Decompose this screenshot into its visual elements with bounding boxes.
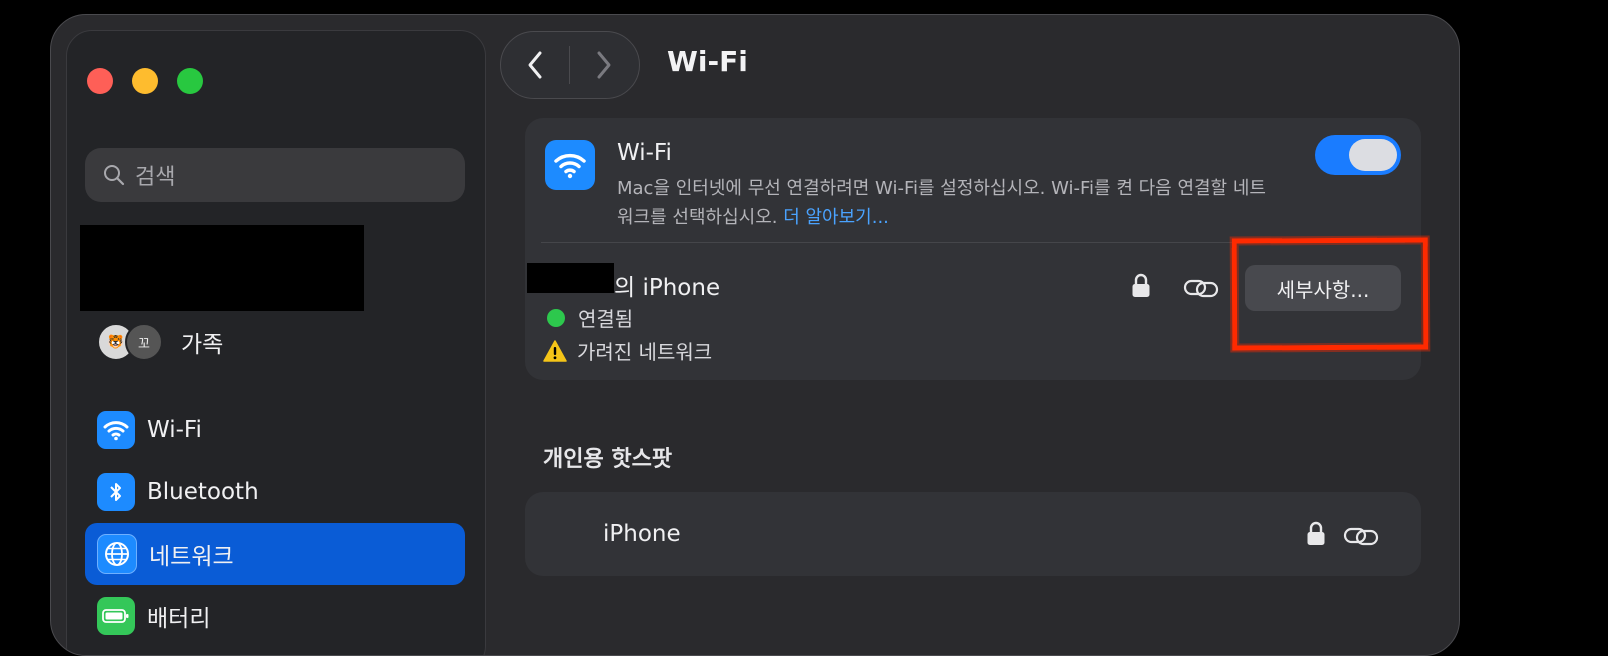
chevron-right-icon: [597, 51, 611, 79]
page-title: Wi-Fi: [667, 45, 748, 78]
connected-status-dot: [547, 308, 565, 327]
search-icon: [104, 165, 125, 186]
warning-icon: [543, 339, 567, 362]
wifi-card: Wi-Fi Mac을 인터넷에 무선 연결하려면 Wi-Fi를 설정하십시오. …: [525, 118, 1429, 380]
sidebar-item-label: 배터리: [147, 606, 211, 632]
hotspot-network-name[interactable]: iPhone: [603, 521, 681, 547]
zoom-window-button[interactable]: [177, 68, 203, 94]
sidebar-item-battery[interactable]: 배터리: [85, 585, 465, 647]
learn-more-link[interactable]: 더 알아보기...: [783, 207, 889, 228]
chevron-left-icon: [528, 51, 542, 79]
warning-text: 가려진 네트워크: [577, 340, 713, 364]
wifi-icon: [545, 140, 595, 190]
back-button[interactable]: [501, 32, 569, 98]
annotation-highlight: [1231, 237, 1429, 351]
bluetooth-icon: [97, 473, 135, 511]
hidden-network-warning: 가려진 네트워크: [543, 336, 712, 365]
toggle-knob: [1349, 139, 1397, 171]
forward-button[interactable]: [570, 32, 638, 98]
wifi-description-text: Mac을 인터넷에 무선 연결하려면 Wi-Fi를 설정하십시오. Wi-Fi를…: [617, 178, 1266, 228]
sidebar-item-label: Wi-Fi: [147, 417, 202, 443]
search-placeholder: 검색: [135, 165, 176, 190]
redacted-network-owner: [527, 263, 614, 293]
search-input[interactable]: 검색: [85, 148, 465, 202]
lock-icon: [1307, 521, 1325, 545]
battery-icon: [97, 597, 135, 635]
connection-status-text: 연결됨: [578, 307, 634, 331]
navigation-buttons: [500, 31, 640, 99]
connection-status: 연결됨: [547, 303, 633, 332]
sidebar-item-label: 가족: [181, 332, 224, 358]
wifi-label: Wi-Fi: [617, 140, 672, 166]
redacted-account-area: [80, 225, 364, 311]
sidebar-item-bluetooth[interactable]: Bluetooth: [85, 461, 465, 523]
sidebar-item-family[interactable]: 🐯 꼬 가족: [97, 323, 223, 361]
settings-window: 검색 🐯 꼬 가족 Wi-Fi Bluetooth 네트워크 배터리 Wi-Fi…: [50, 14, 1460, 656]
current-network-name: 의 iPhone: [614, 275, 721, 301]
wifi-toggle[interactable]: [1315, 135, 1401, 175]
wifi-icon: [97, 411, 135, 449]
link-icon: [1183, 279, 1219, 298]
sidebar-item-label: 네트워크: [149, 544, 234, 570]
minimize-window-button[interactable]: [132, 68, 158, 94]
sidebar-item-wifi[interactable]: Wi-Fi: [85, 399, 465, 461]
link-icon: [1343, 527, 1379, 546]
sidebar: 검색 🐯 꼬 가족 Wi-Fi Bluetooth 네트워크 배터리: [66, 30, 486, 655]
personal-hotspot-title: 개인용 핫스팟: [543, 447, 673, 472]
sidebar-item-network[interactable]: 네트워크: [85, 523, 465, 585]
lock-icon: [1132, 273, 1150, 297]
globe-icon: [97, 534, 137, 574]
avatar: 꼬: [125, 323, 163, 361]
sidebar-item-label: Bluetooth: [147, 479, 259, 505]
wifi-description: Mac을 인터넷에 무선 연결하려면 Wi-Fi를 설정하십시오. Wi-Fi를…: [617, 174, 1277, 232]
hotspot-card: iPhone: [525, 492, 1421, 576]
close-window-button[interactable]: [87, 68, 113, 94]
